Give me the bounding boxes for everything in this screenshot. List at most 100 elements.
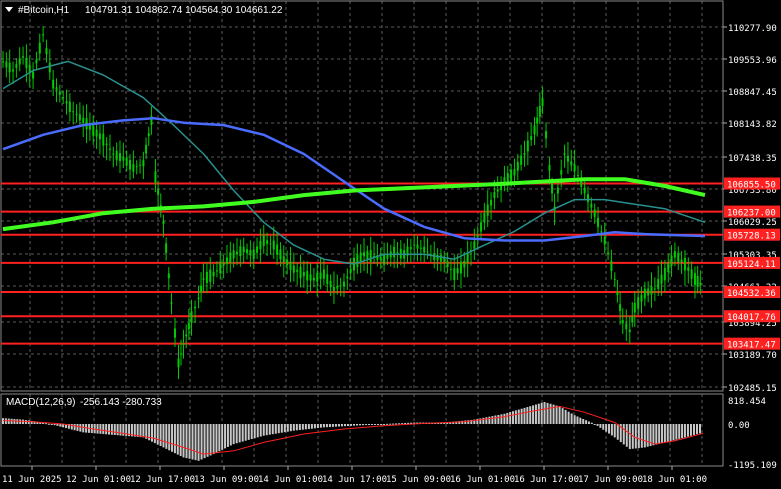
- macd-histogram-bar: [232, 424, 235, 445]
- time-axis-label: 16 Jun 17:00: [514, 475, 579, 485]
- macd-histogram-bar: [343, 424, 346, 427]
- macd-histogram-bar: [274, 424, 277, 434]
- macd-histogram-bar: [265, 424, 268, 436]
- macd-histogram-bar: [316, 424, 319, 429]
- macd-histogram-bar: [613, 424, 616, 438]
- macd-histogram-bar: [113, 424, 116, 435]
- candle-body: [573, 164, 576, 172]
- macd-histogram-bar: [215, 424, 218, 453]
- candle-body: [396, 252, 399, 254]
- macd-histogram-bar: [185, 424, 188, 459]
- macd-histogram-bar: [136, 424, 139, 437]
- macd-histogram-bar: [389, 423, 392, 425]
- ohlc-values: 104791.31 104862.74 104564.30 104661.22: [85, 5, 283, 16]
- macd-histogram-bar: [139, 424, 142, 438]
- candle-body: [332, 287, 335, 291]
- candle-body: [349, 268, 352, 273]
- candle-body: [286, 259, 289, 266]
- candle-body: [677, 252, 680, 263]
- macd-histogram-bar: [173, 424, 176, 454]
- candle-body: [42, 34, 45, 36]
- macd-histogram-bar: [50, 424, 53, 425]
- candle-body: [292, 265, 295, 273]
- candle-body: [610, 260, 613, 271]
- macd-histogram-bar: [500, 414, 503, 424]
- macd-histogram-bar: [616, 424, 619, 440]
- macd-histogram-bar: [634, 424, 637, 449]
- price-axis-label: 103189.70: [728, 351, 777, 361]
- candle-body: [25, 57, 28, 69]
- macd-histogram-bar: [108, 424, 111, 435]
- candle-body: [279, 249, 282, 260]
- candle-body: [177, 358, 180, 368]
- macd-histogram-bar: [47, 423, 50, 425]
- macd-histogram-bar: [386, 423, 389, 425]
- candle-body: [463, 260, 466, 268]
- macd-histogram-bar: [153, 424, 156, 444]
- macd-histogram-bar: [73, 424, 76, 431]
- candle-body: [490, 199, 493, 206]
- macd-histogram-bar: [395, 423, 398, 425]
- candle-body: [657, 279, 660, 289]
- candle-body: [142, 160, 145, 167]
- macd-histogram-bar: [209, 424, 212, 456]
- candle-body: [566, 155, 569, 162]
- macd-histogram-bar: [380, 424, 383, 425]
- macd-histogram-bar: [534, 404, 537, 424]
- candle-body: [326, 274, 329, 284]
- macd-histogram-bar: [298, 424, 301, 431]
- macd-histogram-bar: [56, 424, 59, 426]
- macd-histogram-bar: [573, 415, 576, 424]
- candle-body: [446, 261, 449, 267]
- chart-canvas[interactable]: 110277.90 109553.96 108847.45 108143.82 1074…: [0, 0, 781, 489]
- candle-body: [426, 251, 429, 253]
- candle-body: [55, 87, 58, 90]
- candle-body: [12, 69, 15, 72]
- candle-body: [590, 203, 593, 208]
- candle-body: [383, 253, 386, 265]
- macd-histogram-bar: [212, 424, 215, 455]
- candle-body: [312, 277, 315, 281]
- macd-histogram-bar: [53, 424, 56, 426]
- macd-histogram-bar: [692, 424, 695, 435]
- price-axis-label: 110277.90: [728, 24, 777, 34]
- candle-body: [673, 251, 676, 258]
- macd-histogram-bar: [646, 424, 649, 447]
- macd-histogram-bar: [663, 424, 666, 443]
- macd-histogram-bar: [162, 424, 165, 448]
- macd-histogram-bar: [383, 424, 386, 425]
- candle-body: [538, 106, 541, 117]
- macd-histogram-bar: [159, 424, 162, 446]
- macd-histogram-bar: [203, 424, 206, 459]
- candle-body: [516, 161, 519, 171]
- candle-body: [125, 158, 128, 166]
- macd-histogram-bar: [643, 424, 646, 448]
- macd-histogram-bar: [304, 424, 307, 430]
- macd-histogram-bar: [206, 424, 209, 457]
- candle-body: [523, 153, 526, 155]
- candle-body: [302, 272, 305, 277]
- time-axis-label: 18 Jun 01:00: [642, 475, 707, 485]
- candle-body: [38, 42, 41, 54]
- candle-body: [419, 247, 422, 249]
- macd-histogram-bar: [301, 424, 304, 430]
- time-axis-label: 13 Jun 09:00: [194, 475, 259, 485]
- price-axis-label: 108143.82: [728, 120, 777, 130]
- candle-body: [182, 343, 185, 345]
- candle-body: [8, 62, 11, 73]
- candle-body: [246, 249, 249, 254]
- macd-histogram-bar: [625, 424, 628, 447]
- candle-body: [346, 276, 349, 279]
- candle-body: [154, 171, 157, 183]
- candle-body: [667, 262, 670, 273]
- candle-body: [690, 269, 693, 279]
- macd-histogram-bar: [218, 424, 221, 452]
- macd-histogram-bar: [698, 424, 701, 434]
- candle-body: [266, 240, 269, 244]
- candle-body: [647, 288, 650, 296]
- macd-histogram-bar: [678, 424, 681, 439]
- chart-window: 110277.90 109553.96 108847.45 108143.82 1074…: [0, 0, 781, 489]
- candle-body: [119, 153, 121, 162]
- macd-histogram-bar: [168, 424, 171, 451]
- candle-body: [486, 204, 489, 216]
